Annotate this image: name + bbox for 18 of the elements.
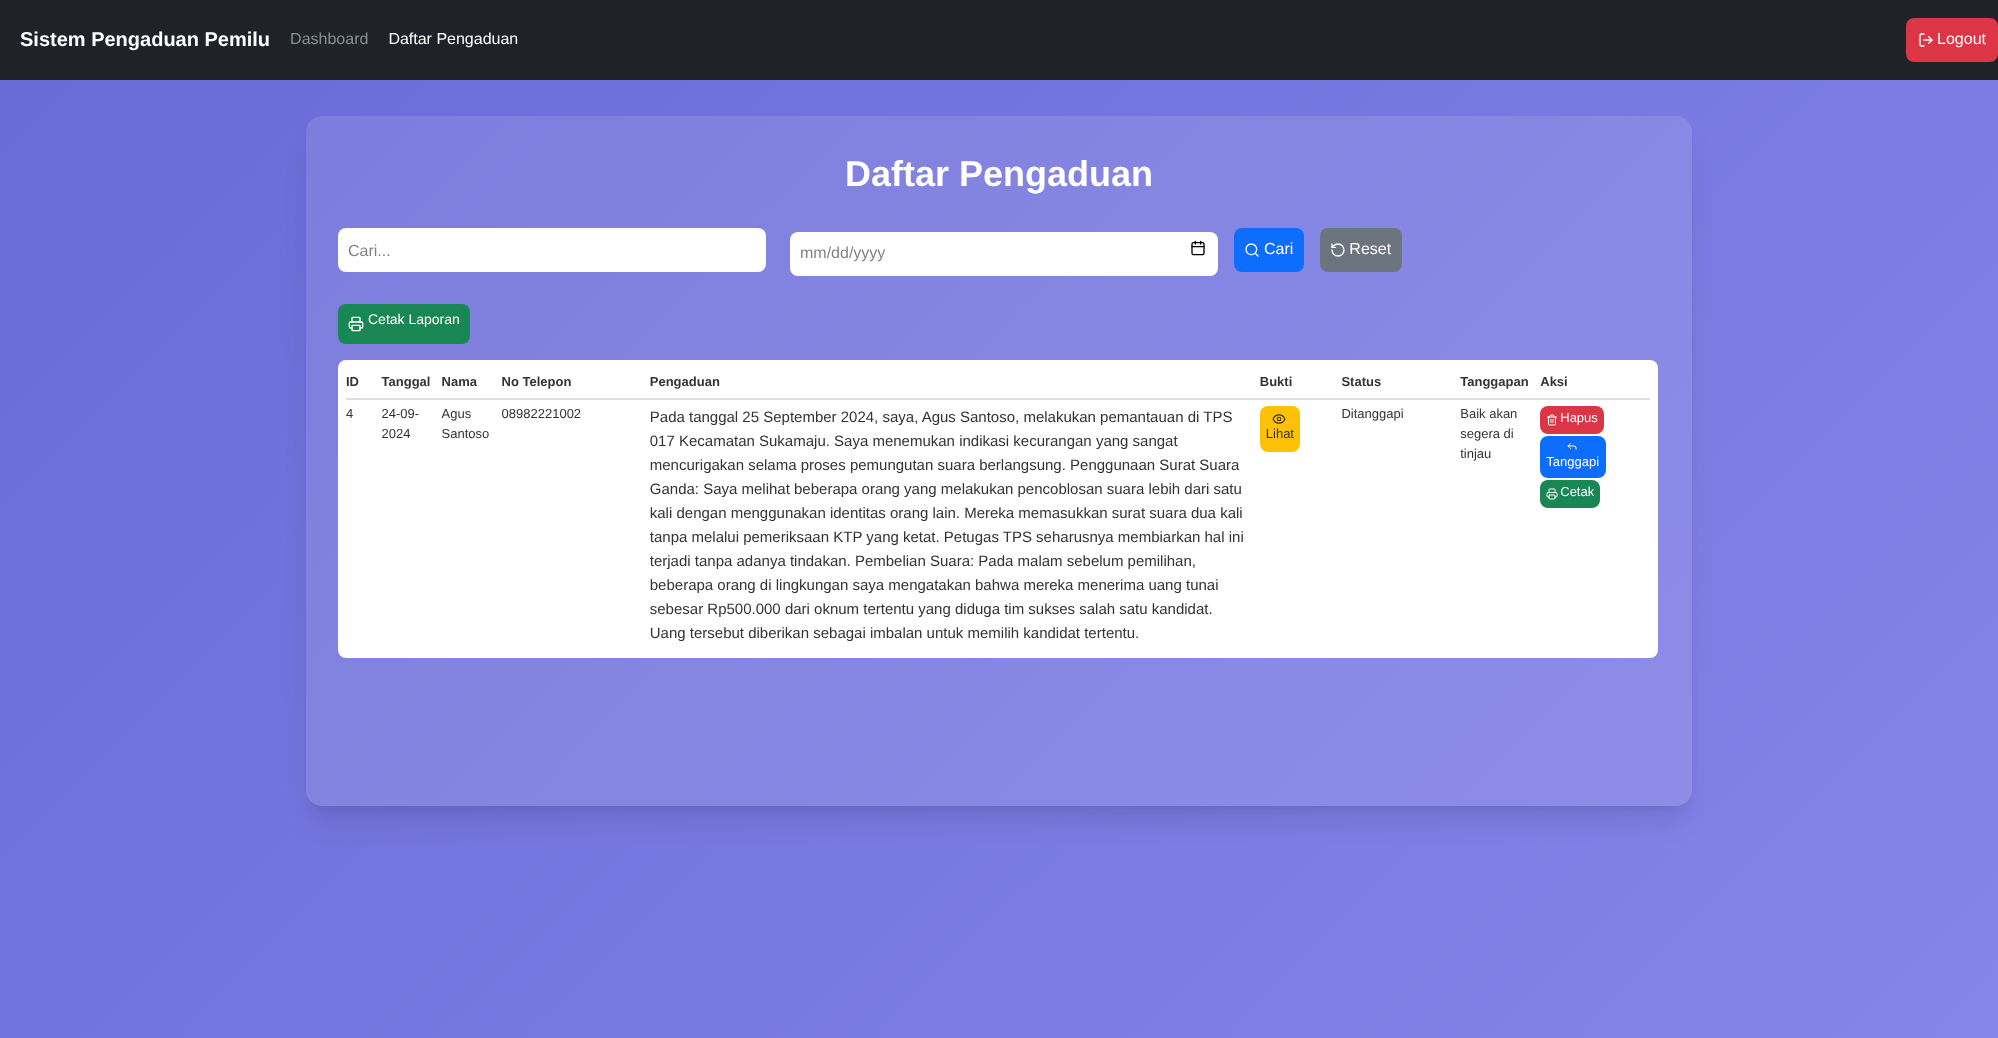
search-button[interactable]: Cari [1234, 228, 1304, 273]
logout-icon [1917, 32, 1934, 48]
reset-button[interactable]: Reset [1319, 228, 1402, 273]
date-field[interactable]: mm/dd/yyyy [790, 231, 1218, 275]
reset-icon [1329, 242, 1346, 259]
reply-icon [1566, 440, 1579, 452]
nav-link[interactable]: Dashboard [290, 28, 369, 52]
eye-icon [1272, 412, 1287, 427]
search-icon [1244, 242, 1260, 259]
printer-icon [348, 315, 364, 331]
nav-link[interactable]: Daftar Pengaduan [388, 28, 519, 52]
brand[interactable]: Sistem Pengaduan Pemilu [20, 25, 271, 55]
calendar-icon [1190, 240, 1206, 256]
page-title: Daftar Pengaduan [842, 152, 1156, 198]
printer-icon [1546, 487, 1559, 500]
logout-button[interactable]: Logout [1905, 18, 1998, 62]
trash-icon [1546, 414, 1559, 427]
search-field[interactable]: Cari... [338, 228, 766, 273]
